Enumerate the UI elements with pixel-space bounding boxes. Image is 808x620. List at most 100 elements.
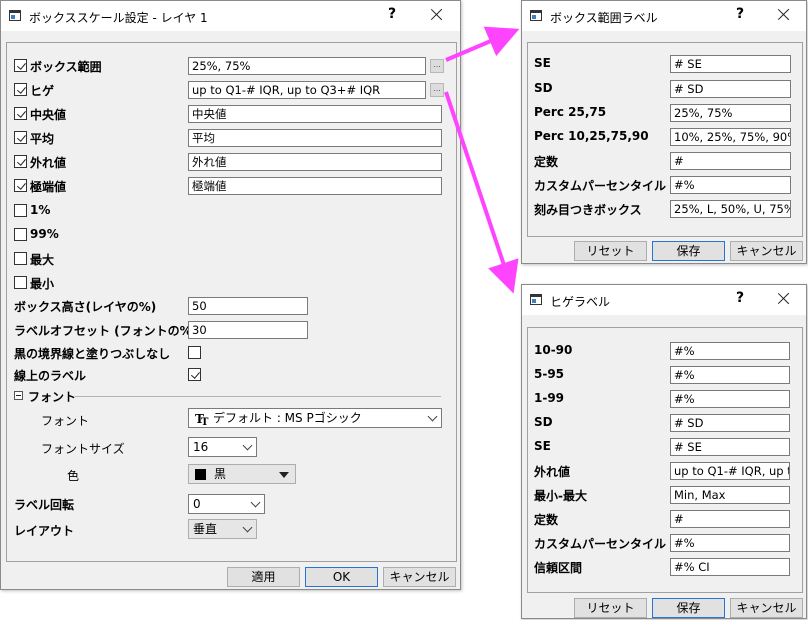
color-select[interactable]: 黒: [188, 464, 296, 484]
row-label: 5-95: [534, 367, 565, 381]
box-range-more-button[interactable]: ...: [430, 59, 444, 73]
row-field[interactable]: Min, Max: [670, 486, 790, 504]
row-field[interactable]: up to Q1-# IQR, up t: [670, 462, 790, 480]
box-height-label: ボックス高さ(レイヤの%): [14, 300, 157, 314]
reset-button[interactable]: リセット: [574, 241, 647, 261]
label-on-line-label: 線上のラベル: [14, 369, 87, 383]
min-checkbox[interactable]: [14, 276, 27, 289]
chevron-down-icon: [250, 497, 261, 508]
row-field[interactable]: #%: [670, 390, 790, 408]
color-label: 色: [67, 469, 80, 483]
app-window-icon: [9, 10, 21, 21]
median-checkbox[interactable]: [14, 107, 27, 120]
outlier-checkbox[interactable]: [14, 155, 27, 168]
font-size-value: 16: [193, 440, 209, 454]
save-button[interactable]: 保存: [652, 598, 725, 618]
extreme-checkbox[interactable]: [14, 179, 27, 192]
max-checkbox[interactable]: [14, 252, 27, 265]
row-label: カスタムパーセンタイル: [534, 537, 667, 551]
row-field[interactable]: 25%, 75%: [670, 104, 791, 122]
font-section-divider: [75, 396, 441, 397]
row-label: SD: [534, 415, 553, 429]
layout-select[interactable]: 垂直: [188, 519, 257, 539]
extreme-field[interactable]: 極端値: [188, 177, 442, 195]
cancel-button[interactable]: キャンセル: [383, 567, 456, 587]
label-rotation-select[interactable]: 0: [188, 494, 265, 514]
box-range-field[interactable]: 25%, 75%: [188, 57, 426, 75]
row-label: SE: [534, 56, 551, 70]
row-field[interactable]: 25%, L, 50%, U, 75%: [670, 200, 791, 218]
truetype-font-icon: TT: [195, 412, 209, 428]
row-field[interactable]: # SD: [670, 414, 790, 432]
whisker-more-button[interactable]: ...: [430, 83, 444, 97]
box-height-field[interactable]: 50: [188, 297, 308, 315]
title-bar[interactable]: ボックス範囲ラベル ?: [522, 1, 806, 31]
row-label: 定数: [534, 513, 559, 527]
outlier-label: 外れ値: [30, 156, 67, 170]
help-button[interactable]: ?: [730, 290, 750, 306]
label-offset-field[interactable]: 30: [188, 321, 308, 339]
row-field[interactable]: #%: [670, 176, 791, 194]
label-offset-label: ラベルオフセット (フォントの%): [14, 324, 198, 338]
row-field[interactable]: #%: [670, 342, 790, 360]
row-field[interactable]: #% CI: [670, 558, 790, 576]
median-label: 中央値: [30, 108, 67, 122]
ninety-nine-percent-label: 99%: [30, 227, 59, 241]
font-size-select[interactable]: 16: [188, 437, 257, 457]
title-bar[interactable]: ヒゲラベル ?: [522, 285, 806, 315]
box-scale-settings-dialog: ボックススケール設定 - レイヤ 1 ? ボックス範囲 25%, 75% ...…: [0, 0, 461, 590]
mean-field[interactable]: 平均: [188, 129, 442, 147]
row-label: 信頼区間: [534, 561, 583, 575]
box-range-label: ボックス範囲: [30, 60, 102, 74]
close-icon[interactable]: [774, 289, 794, 309]
row-field[interactable]: #: [670, 152, 791, 170]
font-section-collapse-icon[interactable]: [14, 391, 23, 400]
layout-value: 垂直: [193, 522, 218, 536]
close-icon[interactable]: [427, 5, 447, 25]
reset-button[interactable]: リセット: [574, 598, 647, 618]
one-percent-checkbox[interactable]: [14, 204, 27, 217]
row-label: 最小-最大: [534, 489, 587, 503]
whisker-checkbox[interactable]: [14, 83, 27, 96]
row-label: カスタムパーセンタイル: [534, 179, 667, 193]
row-field[interactable]: #: [670, 510, 790, 528]
whisker-label: ヒゲ: [30, 84, 55, 98]
row-field[interactable]: # SD: [670, 80, 791, 98]
ok-button[interactable]: OK: [305, 567, 378, 587]
close-icon[interactable]: [774, 5, 794, 25]
help-button[interactable]: ?: [382, 6, 402, 22]
row-field[interactable]: # SE: [670, 55, 791, 73]
row-field[interactable]: # SE: [670, 438, 790, 456]
help-button[interactable]: ?: [730, 6, 750, 22]
mean-checkbox[interactable]: [14, 131, 27, 144]
median-field[interactable]: 中央値: [188, 105, 442, 123]
outlier-field[interactable]: 外れ値: [188, 153, 442, 171]
font-select[interactable]: TT デフォルト : MS Pゴシック: [188, 408, 442, 428]
row-label: 刻み目つきボックス: [534, 203, 642, 217]
whisker-label-dialog: ヒゲラベル ? 10-90 #% 5-95 #% 1-99 #% SD # SD…: [521, 284, 807, 619]
label-on-line-checkbox[interactable]: [188, 368, 201, 381]
dropdown-arrow-icon: [279, 472, 289, 478]
row-label: 1-99: [534, 391, 565, 405]
ninety-nine-percent-checkbox[interactable]: [14, 228, 27, 241]
cancel-button[interactable]: キャンセル: [730, 241, 803, 261]
font-label: フォント: [41, 414, 90, 428]
dialog-title: ボックス範囲ラベル: [550, 11, 658, 25]
row-field[interactable]: #%: [670, 534, 790, 552]
dialog-title: ボックススケール設定 - レイヤ 1: [29, 11, 208, 25]
box-range-checkbox[interactable]: [14, 59, 27, 72]
title-bar[interactable]: ボックススケール設定 - レイヤ 1 ?: [1, 1, 460, 31]
cancel-button[interactable]: キャンセル: [730, 598, 803, 618]
row-field[interactable]: 10%, 25%, 75%, 90%: [670, 128, 791, 146]
app-window-icon: [530, 294, 542, 305]
row-label: 定数: [534, 155, 559, 169]
chevron-down-icon: [427, 411, 438, 422]
extreme-label: 極端値: [30, 180, 67, 194]
row-field[interactable]: #%: [670, 366, 790, 384]
font-section-header[interactable]: フォント: [28, 388, 76, 405]
black-border-checkbox[interactable]: [188, 346, 201, 359]
apply-button[interactable]: 適用: [227, 567, 300, 587]
save-button[interactable]: 保存: [652, 241, 725, 261]
whisker-field[interactable]: up to Q1-# IQR, up to Q3+# IQR: [188, 81, 426, 99]
font-select-value: デフォルト : MS Pゴシック: [213, 411, 362, 425]
